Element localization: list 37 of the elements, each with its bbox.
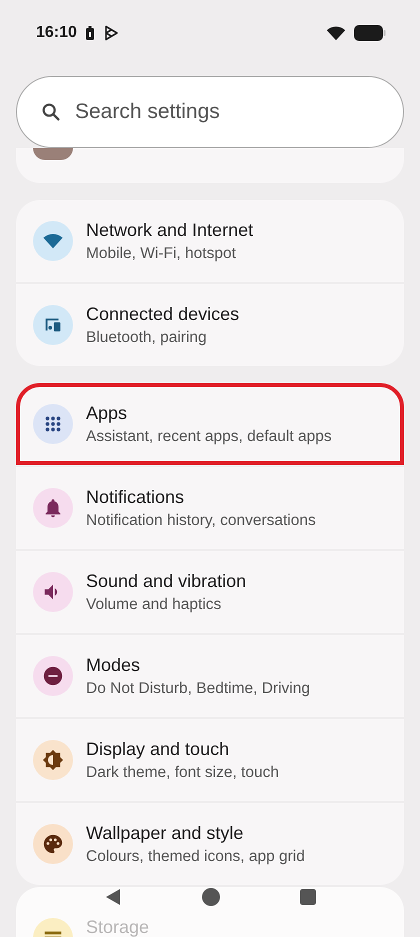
item-subtitle: Dark theme, font size, touch: [86, 764, 279, 782]
settings-item[interactable]: Apps Assistant, recent apps, default apps: [16, 383, 404, 465]
item-title: Network and Internet: [86, 220, 254, 240]
item-title: Connected devices: [86, 304, 240, 324]
palette-icon: [42, 833, 64, 855]
status-time: 16:10: [36, 24, 77, 42]
settings-item[interactable]: Network and Internet Mobile, Wi-Fi, hotspot: [16, 200, 404, 282]
settings-item[interactable]: Display and touch Dark theme, font size, touch: [16, 719, 404, 801]
item-title: Apps: [86, 402, 128, 424]
recents-icon[interactable]: [299, 888, 317, 906]
battery-icon: [354, 25, 386, 41]
settings-item[interactable]: Wallpaper and style Colours, themed icons, app grid: [16, 803, 404, 885]
home-icon[interactable]: [201, 887, 221, 907]
item-subtitle: Colours, themed icons, app grid: [86, 848, 305, 866]
item-title: Modes: [86, 654, 142, 676]
item-subtitle: Bluetooth, pairing: [86, 328, 208, 346]
settings-item[interactable]: Connected devices Bluetooth, pairing: [16, 284, 404, 366]
item-subtitle: Mobile, Wi-Fi, hotspot: [86, 244, 237, 262]
item-title: Storage: [86, 918, 150, 936]
battery-saver-icon: [84, 26, 95, 40]
item-subtitle: Do Not Disturb, Bedtime, Driving: [86, 680, 310, 698]
settings-item[interactable]: Modes Do Not Disturb, Bedtime, Driving: [16, 635, 404, 717]
item-title: Display and touch: [86, 738, 230, 760]
brightness-icon: [42, 749, 64, 771]
item-subtitle: Assistant, recent apps, default apps: [86, 428, 332, 446]
settings-item[interactable]: Sound and vibration Volume and haptics: [16, 551, 404, 633]
item-title: Wallpaper and style: [86, 822, 244, 844]
wifi-icon: [326, 25, 346, 41]
item-subtitle: Volume and haptics: [86, 596, 222, 614]
item-title: Sound and vibration: [86, 570, 246, 592]
search-field[interactable]: Search settings: [16, 76, 404, 148]
item-subtitle: Notification history, conversations: [86, 512, 316, 530]
play-icon: [102, 25, 119, 41]
item-title: Notifications: [86, 486, 186, 508]
avatar-icon: [33, 148, 73, 160]
search-icon: [40, 101, 62, 123]
settings-item[interactable]: Notifications Notification history, conversations: [16, 467, 404, 549]
